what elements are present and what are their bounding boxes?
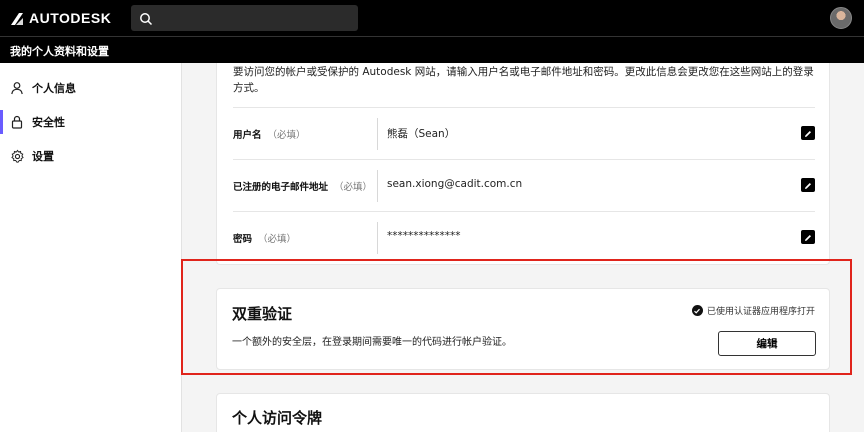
divider [377, 222, 378, 254]
password-value: ************** [387, 230, 461, 242]
sub-header: 我的个人资料和设置 [0, 36, 864, 63]
credentials-intro-text: 要访问您的帐户或受保护的 Autodesk 网站，请输入用户名或电子邮件地址和密… [233, 66, 814, 94]
top-bar: AUTODESK [0, 0, 864, 36]
row-label: 已注册的电子邮件地址 （必填） [233, 179, 372, 193]
divider [377, 170, 378, 202]
brand-name: AUTODESK [29, 10, 112, 26]
personal-access-token-title: 个人访问令牌 [232, 409, 323, 427]
search-input[interactable] [131, 5, 358, 31]
avatar[interactable] [830, 7, 852, 29]
username-row: 用户名 （必填） 熊磊（Sean） [233, 107, 815, 159]
sidebar-item-label: 设置 [32, 150, 54, 163]
password-row: 密码 （必填） ************** [233, 211, 815, 263]
sidebar-item-settings[interactable]: 设置 [0, 143, 182, 169]
required-note: （必填） [267, 130, 306, 141]
person-icon [9, 80, 25, 96]
sidebar-item-label: 个人信息 [32, 82, 76, 95]
autodesk-logo[interactable]: AUTODESK [10, 10, 111, 26]
lock-icon [9, 114, 25, 130]
email-label: 已注册的电子邮件地址 [233, 182, 329, 193]
search-icon [139, 11, 153, 26]
required-note: （必填） [334, 182, 373, 193]
email-value: sean.xiong@cadit.com.cn [387, 178, 523, 190]
sidebar-item-personal-info[interactable]: 个人信息 [0, 75, 182, 101]
personal-access-token-card: 个人访问令牌 [216, 393, 830, 432]
email-row: 已注册的电子邮件地址 （必填） sean.xiong@cadit.com.cn [233, 159, 815, 211]
sidebar: 个人信息 安全性 设置 [0, 63, 182, 432]
edit-username-icon[interactable] [801, 126, 815, 140]
highlight-box [181, 259, 852, 375]
sidebar-item-security[interactable]: 安全性 [0, 109, 182, 135]
row-label: 密码 （必填） [233, 231, 296, 245]
divider [377, 118, 378, 150]
autodesk-logo-icon [10, 11, 24, 25]
username-value: 熊磊（Sean） [387, 128, 456, 140]
scrollbar[interactable] [852, 63, 864, 432]
gear-icon [9, 148, 25, 164]
password-label: 密码 [233, 234, 253, 245]
required-note: （必填） [258, 234, 297, 245]
page-title: 我的个人资料和设置 [10, 45, 109, 58]
sidebar-item-label: 安全性 [32, 116, 65, 129]
account-credentials-card: 要访问您的帐户或受保护的 Autodesk 网站，请输入用户名或电子邮件地址和密… [216, 63, 830, 265]
edit-password-icon[interactable] [801, 230, 815, 244]
row-label: 用户名 （必填） [233, 127, 306, 141]
username-label: 用户名 [233, 130, 262, 141]
edit-email-icon[interactable] [801, 178, 815, 192]
